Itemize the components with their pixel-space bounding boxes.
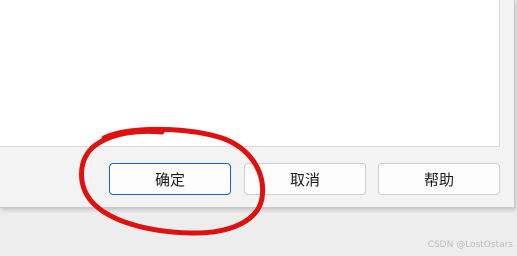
cancel-button[interactable]: 取消 <box>244 163 366 195</box>
watermark: CSDN @LostOstars <box>427 240 513 250</box>
dialog-content-panel <box>0 0 500 147</box>
dialog-window: 确定 取消 帮助 <box>0 0 515 208</box>
help-button[interactable]: 帮助 <box>378 163 500 195</box>
ok-button[interactable]: 确定 <box>109 163 231 195</box>
